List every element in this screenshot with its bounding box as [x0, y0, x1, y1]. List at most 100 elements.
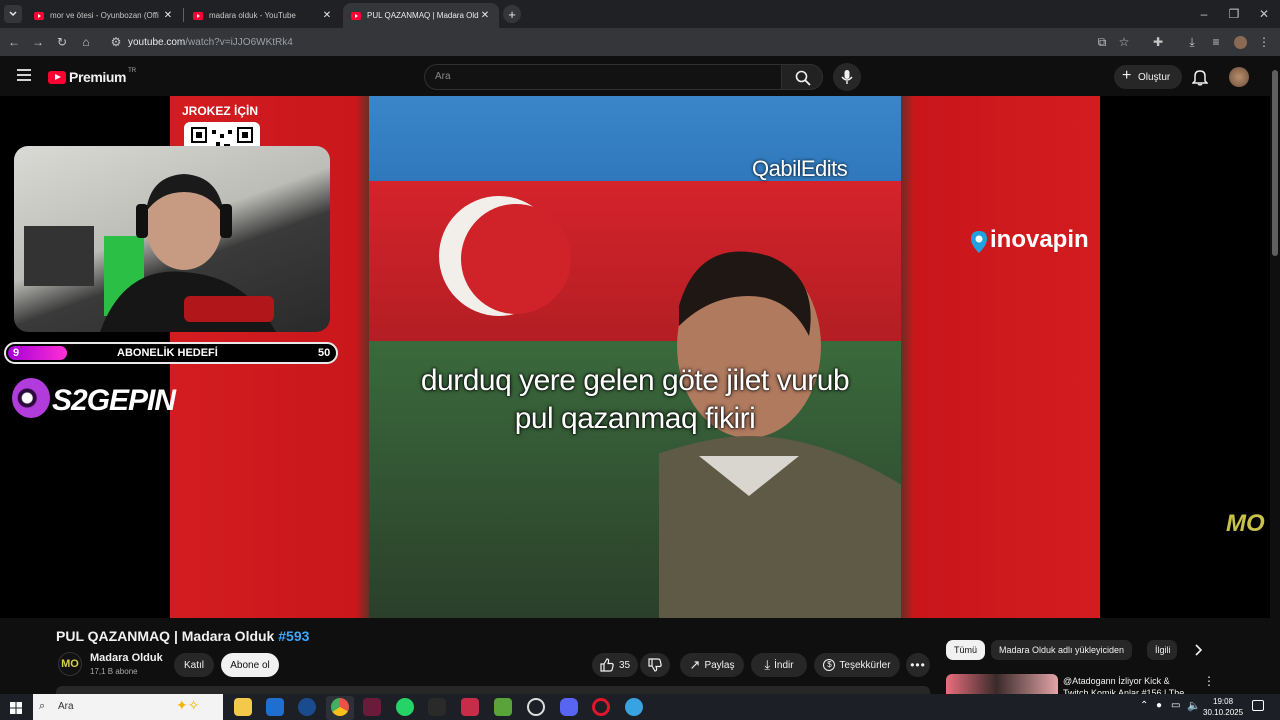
subscriber-count: 17,1 B abone [90, 667, 138, 676]
browser-tab-strip: mor ve ötesi - Oyunbozan (Offi ✕ madara … [0, 0, 1280, 28]
subscribe-label: Abone ol [230, 659, 270, 671]
channel-name[interactable]: Madara Olduk [90, 652, 163, 664]
sponsor-left: S2GEPIN [52, 384, 176, 417]
browser-tab[interactable]: mor ve ötesi - Oyunbozan (Offi ✕ [26, 3, 182, 28]
stremio-icon[interactable] [363, 698, 381, 716]
share-label: Paylaş [704, 659, 735, 671]
clock-app-icon[interactable] [527, 698, 545, 716]
tab-close-icon[interactable]: ✕ [162, 10, 174, 21]
notifications-bell-icon[interactable] [1191, 68, 1210, 86]
search-input[interactable] [424, 64, 782, 90]
scrollbar-thumb[interactable] [1272, 70, 1278, 256]
tray-chevron-icon[interactable]: ⌃ [1140, 700, 1148, 711]
join-label: Katıl [183, 659, 204, 671]
like-button[interactable]: 35 [592, 653, 638, 677]
taskbar-clock[interactable]: 19:08 30.10.2025 [1203, 696, 1243, 718]
video-title-text: PUL QAZANMAQ | Madara Olduk [56, 628, 279, 644]
chip-related[interactable]: İlgili [1147, 640, 1177, 660]
url-text[interactable]: youtube.com/watch?v=iJJO6WKtRk4 [128, 37, 293, 48]
chevron-right-icon[interactable] [1190, 641, 1206, 659]
bookmark-star-icon[interactable]: ☆ [1116, 34, 1132, 50]
jrokez-label: JROKEZ İÇİN [182, 104, 259, 118]
create-label: Oluştur [1138, 71, 1171, 83]
dislike-button[interactable] [640, 653, 670, 677]
guide-menu-icon[interactable] [16, 68, 32, 82]
download-button[interactable]: ⤓ İndir [751, 653, 807, 677]
tab-search-icon[interactable] [4, 5, 22, 23]
thanks-button[interactable]: $ Teşekkürler [814, 653, 900, 677]
sparkle-icon: ✦✧ [176, 697, 200, 713]
forward-icon[interactable]: → [30, 34, 46, 50]
s2gepin-logo-icon [12, 378, 50, 418]
youtube-logo[interactable]: Premium TR [48, 68, 136, 85]
valorant-icon[interactable] [461, 698, 479, 716]
url-host: youtube.com [128, 37, 186, 48]
join-button[interactable]: Katıl [174, 653, 214, 677]
share-button[interactable]: ↗ Paylaş [680, 653, 744, 677]
site-info-icon[interactable]: ⚙ [108, 34, 124, 50]
share-icon: ↗ [689, 657, 701, 672]
profile-avatar-icon[interactable] [1232, 34, 1248, 50]
back-icon[interactable]: ← [6, 34, 22, 50]
chip-all[interactable]: Tümü [946, 640, 986, 660]
whatsapp-icon[interactable] [396, 698, 414, 716]
thanks-icon: $ [823, 659, 836, 671]
goal-target: 50 [318, 347, 331, 359]
browser-menu-icon[interactable]: ⋮ [1256, 34, 1272, 50]
outlook-icon[interactable] [266, 698, 284, 716]
more-actions-button[interactable]: ••• [906, 653, 930, 677]
goal-label: ABONELİK HEDEFİ [117, 347, 218, 359]
chip-label: Madara Olduk adlı yükleyiciden [999, 645, 1125, 655]
restore-icon[interactable]: ❐ [1226, 6, 1242, 22]
download-label: İndir [774, 659, 794, 671]
minecraft-icon[interactable] [494, 698, 512, 716]
reload-icon[interactable]: ↻ [54, 34, 70, 50]
steam-icon[interactable] [298, 698, 316, 716]
video-title: PUL QAZANMAQ | Madara Olduk #593 [56, 628, 309, 644]
channel-avatar[interactable]: MO [58, 652, 82, 676]
volume-icon[interactable]: 🔈 [1187, 699, 1201, 712]
recommended-thumbnail[interactable] [946, 674, 1058, 694]
home-icon[interactable]: ⌂ [78, 34, 94, 50]
discord-icon[interactable] [560, 698, 578, 716]
extensions-icon[interactable]: ✚ [1150, 34, 1166, 50]
kebab-menu-icon[interactable]: ⋮ [1203, 674, 1215, 688]
more-icon: ••• [910, 658, 926, 672]
microphone-tray-icon[interactable]: ● [1156, 700, 1162, 711]
thumbs-up-icon [600, 658, 614, 672]
app-circle-icon[interactable] [625, 698, 643, 716]
browser-tab-active[interactable]: PUL QAZANMAQ | Madara Olduk ✕ [343, 3, 499, 28]
windows-start-icon[interactable] [10, 701, 22, 714]
recommended-title[interactable]: @Atadogann İzliyor Kick & Twitch Komik A… [1063, 675, 1193, 695]
new-tab-icon[interactable]: + [503, 5, 521, 23]
opera-icon[interactable] [592, 698, 610, 716]
download-icon[interactable]: ⤓ [1184, 34, 1200, 50]
browser-tab[interactable]: madara olduk - YouTube ✕ [185, 3, 341, 28]
subscribe-button[interactable]: Abone ol [221, 653, 279, 677]
voice-search-button[interactable] [833, 63, 861, 91]
tab-separator [183, 8, 184, 22]
video-player[interactable]: JROKEZ İÇİN 9 ABONELİK HEDEFİ 50 S2GEPIN… [0, 96, 1270, 618]
taskbar-search-text: Ara [58, 701, 74, 712]
epic-games-icon[interactable] [428, 698, 446, 716]
tab-close-icon[interactable]: ✕ [479, 10, 491, 21]
account-avatar[interactable] [1229, 67, 1249, 87]
microphone-icon [841, 70, 853, 84]
tab-title: madara olduk - YouTube [209, 11, 296, 20]
search-button[interactable] [781, 64, 823, 90]
channel-watermark: MO [1226, 510, 1265, 537]
file-explorer-icon[interactable] [234, 698, 252, 716]
chip-from-uploader[interactable]: Madara Olduk adlı yükleyiciden [991, 640, 1133, 660]
watermark-text: QabilEdits [752, 156, 848, 181]
notification-center-icon[interactable] [1252, 700, 1264, 711]
media-control-icon[interactable]: ≡ [1208, 34, 1224, 50]
video-hashtag[interactable]: #593 [278, 628, 309, 644]
create-button[interactable]: + Oluştur [1114, 65, 1182, 89]
network-icon[interactable]: ▭ [1171, 700, 1180, 711]
install-app-icon[interactable]: ⧉ [1094, 34, 1110, 50]
description-box[interactable] [56, 686, 930, 694]
minimize-icon[interactable]: – [1196, 6, 1212, 22]
tab-title: mor ve ötesi - Oyunbozan (Offi [50, 11, 159, 20]
window-close-icon[interactable]: ✕ [1256, 6, 1272, 22]
tab-close-icon[interactable]: ✕ [321, 10, 333, 21]
